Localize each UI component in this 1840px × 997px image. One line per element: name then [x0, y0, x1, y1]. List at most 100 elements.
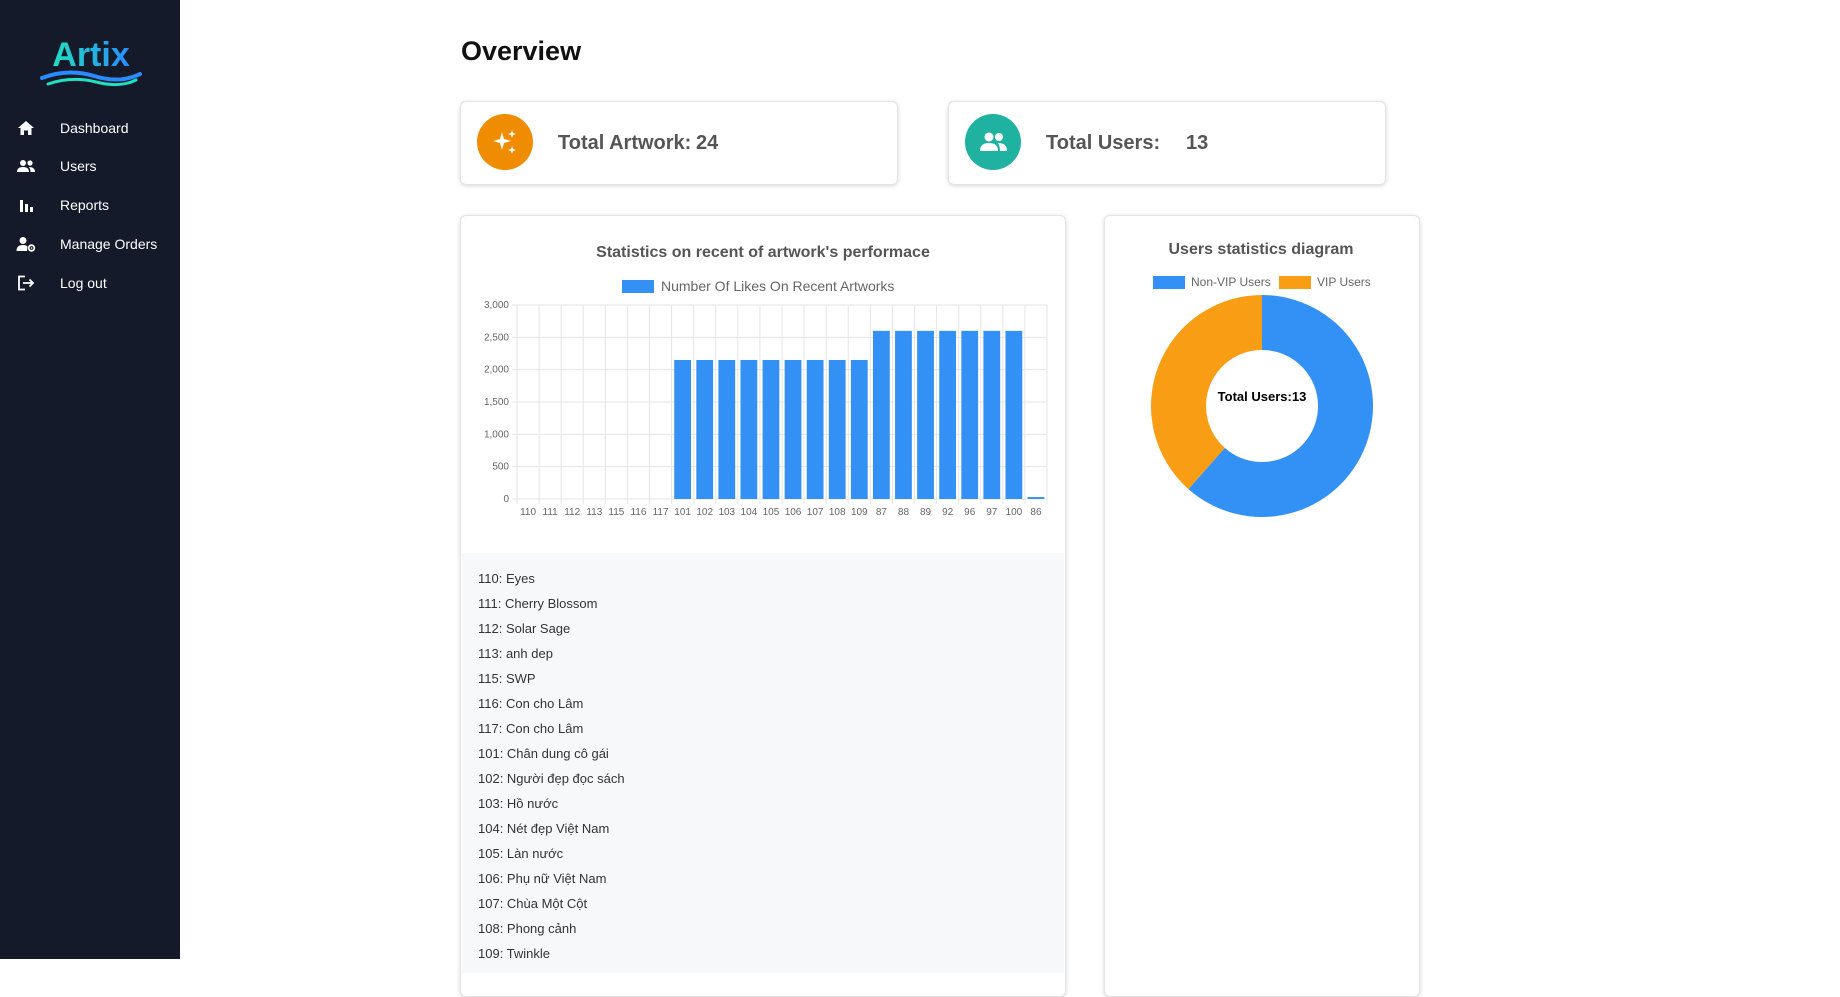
users-icon [16, 157, 36, 175]
list-item: 106: Phụ nữ Việt Nam [478, 871, 607, 886]
x-tick-label: 103 [718, 507, 735, 518]
x-tick-label: 107 [807, 507, 824, 518]
logout-icon [16, 274, 36, 292]
x-tick-label: 102 [696, 507, 713, 518]
legend-swatch-non-vip [1153, 276, 1185, 289]
bar [961, 330, 979, 499]
bar-chart-icon [16, 196, 36, 214]
total-artwork-card: Total Artwork: 24 [460, 101, 898, 185]
legend-label-vip: VIP Users [1317, 275, 1371, 289]
sidebar-item-logout[interactable]: Log out [0, 265, 180, 301]
manage-orders-icon [16, 235, 36, 253]
bar [872, 330, 890, 499]
bar [806, 359, 824, 499]
donut-chart [1151, 295, 1373, 517]
list-item: 101: Chân dung cô gái [478, 746, 609, 761]
bar [917, 330, 934, 499]
bar [784, 359, 802, 499]
artix-logo[interactable]: Artix [38, 32, 144, 90]
x-tick-label: 117 [653, 507, 669, 518]
x-tick-label: 89 [920, 507, 932, 518]
list-item: 111: Cherry Blossom [478, 596, 598, 611]
x-tick-label: 104 [741, 507, 758, 518]
x-tick-label: 92 [942, 507, 954, 518]
bar [762, 359, 780, 499]
bar [740, 359, 758, 499]
list-item: 112: Solar Sage [478, 621, 571, 636]
y-tick-label: 1,000 [484, 429, 509, 440]
total-artwork-value: 24 [696, 132, 719, 154]
x-tick-label: 115 [608, 507, 624, 518]
users-icon [965, 114, 1021, 170]
list-item: 103: Hồ nước [478, 796, 559, 811]
bar [1005, 330, 1023, 499]
bar [983, 330, 1001, 499]
bar-chart-title: Statistics on recent of artwork's perfor… [596, 244, 930, 261]
total-users-value: 13 [1186, 132, 1209, 154]
sidebar-item-manage-orders[interactable]: Manage Orders [0, 226, 180, 262]
y-tick-label: 2,000 [484, 365, 509, 376]
home-icon [16, 119, 36, 137]
svg-text:Artix: Artix [52, 36, 130, 74]
x-tick-label: 96 [964, 507, 976, 518]
sidebar-item-label: Manage Orders [60, 236, 158, 252]
sidebar-item-label: Users [60, 158, 97, 174]
list-item: 102: Người đẹp đọc sách [478, 771, 625, 786]
x-tick-label: 106 [785, 507, 802, 518]
sidebar: Artix Dashboard Users Reports Manage Ord… [0, 0, 180, 959]
sidebar-item-label: Reports [60, 197, 110, 213]
x-tick-label: 101 [674, 507, 691, 518]
list-item: 108: Phong cảnh [478, 921, 577, 936]
bar [895, 330, 912, 499]
x-tick-label: 105 [763, 507, 780, 518]
y-tick-label: 2,500 [484, 332, 509, 343]
x-tick-label: 108 [829, 507, 846, 518]
y-tick-label: 3,000 [484, 300, 509, 311]
sidebar-item-reports[interactable]: Reports [0, 187, 180, 223]
y-tick-label: 0 [503, 494, 509, 505]
x-tick-label: 116 [630, 507, 646, 518]
bar [696, 359, 714, 499]
x-tick-label: 88 [898, 507, 910, 518]
x-tick-label: 97 [986, 507, 998, 518]
bar-legend-label: Number Of Likes On Recent Artworks [661, 278, 895, 294]
x-tick-label: 112 [564, 507, 580, 518]
x-tick-label: 109 [851, 507, 868, 518]
legend-swatch-vip [1279, 276, 1311, 289]
list-item: 117: Con cho Lâm [478, 721, 584, 736]
sidebar-item-users[interactable]: Users [0, 148, 180, 184]
x-tick-label: 87 [876, 507, 888, 518]
list-item: 105: Làn nước [478, 846, 564, 861]
y-tick-label: 1,500 [484, 397, 509, 408]
page-title: Overview [461, 36, 582, 66]
list-item: 110: Eyes [478, 571, 535, 586]
bar [939, 330, 957, 499]
bar [850, 359, 868, 499]
sparkles-icon [477, 114, 533, 170]
bar [828, 359, 846, 499]
list-item: 116: Con cho Lâm [478, 696, 584, 711]
x-tick-label: 110 [520, 507, 536, 518]
sidebar-item-label: Dashboard [60, 120, 129, 136]
x-tick-label: 100 [1006, 507, 1023, 518]
artwork-names-list: 110: Eyes 111: Cherry Blossom 112: Solar… [462, 553, 1064, 973]
list-item: 113: anh dep [478, 646, 553, 661]
legend-label-non-vip: Non-VIP Users [1191, 275, 1271, 289]
list-item: 104: Nét đẹp Việt Nam [478, 821, 610, 836]
bar-chart: 3,000 2,500 2,000 1,500 1,000 500 0 110 111 112 11… [484, 300, 1048, 518]
total-users-card: Total Users: 13 [948, 101, 1386, 185]
y-tick-label: 500 [492, 462, 509, 473]
x-tick-label: 113 [586, 507, 602, 518]
total-artwork-label: Total Artwork: [558, 132, 692, 154]
x-tick-label: 86 [1030, 507, 1042, 518]
sidebar-item-label: Log out [60, 275, 107, 291]
donut-chart-title: Users statistics diagram [1168, 241, 1354, 258]
bar [718, 359, 736, 499]
list-item: 107: Chùa Một Cột [478, 896, 588, 911]
bar-legend-swatch [622, 280, 654, 293]
bar [674, 359, 692, 499]
donut-center-label: Total Users:13 [1217, 389, 1307, 404]
x-tick-label: 111 [543, 507, 559, 518]
sidebar-item-dashboard[interactable]: Dashboard [0, 110, 180, 146]
bar [1027, 497, 1045, 499]
